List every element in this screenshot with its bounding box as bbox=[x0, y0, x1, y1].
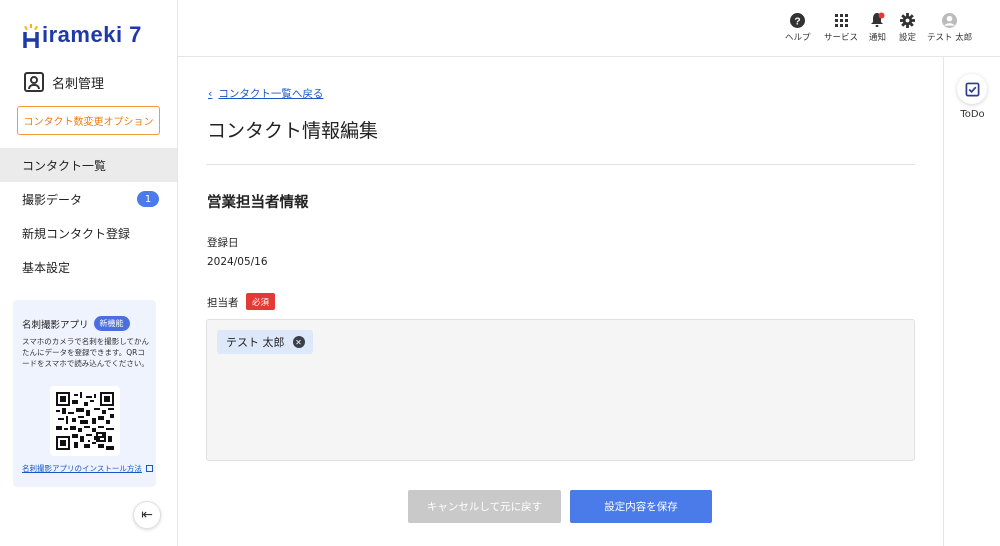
registered-date-value: 2024/05/16 bbox=[207, 256, 268, 268]
sidebar-nav: コンタクト一覧 撮影データ 1 新規コンタクト登録 基本設定 bbox=[0, 148, 177, 284]
business-card-icon bbox=[24, 72, 44, 92]
app-install-link[interactable]: 名刺撮影アプリのインストール方法 bbox=[22, 463, 153, 474]
logo-text: irameki 7 bbox=[42, 22, 142, 47]
collapse-sidebar-button[interactable]: ⇤ bbox=[133, 501, 161, 529]
collapse-left-icon: ⇤ bbox=[141, 507, 153, 523]
sidebar-item-new-contact[interactable]: 新規コンタクト登録 bbox=[0, 216, 177, 250]
sidebar-item-contact-list[interactable]: コンタクト一覧 bbox=[0, 148, 177, 182]
sidebar: irameki 7 名刺管理 コンタクト数変更オプション コンタクト一覧 撮影デ… bbox=[0, 0, 178, 546]
app-card-title-text: 名刺撮影アプリ bbox=[22, 319, 89, 331]
back-link-text[interactable]: コンタクト一覧へ戻る bbox=[218, 86, 323, 101]
remove-chip-icon[interactable]: ✕ bbox=[292, 336, 305, 348]
sidebar-item-scan-data[interactable]: 撮影データ 1 bbox=[0, 182, 177, 216]
registered-date-label: 登録日 bbox=[207, 237, 239, 249]
user-icon bbox=[942, 12, 958, 28]
assignee-chip[interactable]: テスト 太郎 ✕ bbox=[217, 330, 313, 354]
chevron-left-icon: ‹ bbox=[208, 87, 213, 100]
app-install-link-text[interactable]: 名刺撮影アプリのインストール方法 bbox=[22, 463, 142, 474]
top-header: ? ヘルプ サービス 通知 設定 テスト 太郎 bbox=[178, 0, 1000, 57]
help-icon: ? bbox=[790, 12, 806, 28]
todo-label: ToDo bbox=[960, 109, 985, 120]
count-badge: 1 bbox=[137, 191, 159, 207]
right-rail: ToDo bbox=[943, 57, 1000, 546]
save-button[interactable]: 設定内容を保存 bbox=[570, 490, 712, 523]
app-card-description: スマホのカメラで名刺を撮影してかんたんにデータを登録できます。QRコードをスマホ… bbox=[22, 337, 150, 368]
module-label: 名刺管理 bbox=[52, 76, 105, 92]
back-to-contact-list-link[interactable]: ‹ コンタクト一覧へ戻る bbox=[208, 86, 323, 101]
help-button[interactable]: ? ヘルプ bbox=[785, 12, 811, 43]
sidebar-item-label: 基本設定 bbox=[22, 260, 71, 275]
grid-icon bbox=[833, 12, 849, 28]
assignee-field[interactable]: テスト 太郎 ✕ bbox=[206, 319, 915, 461]
new-feature-badge: 新機能 bbox=[93, 316, 130, 331]
contact-count-option-button[interactable]: コンタクト数変更オプション bbox=[17, 106, 160, 135]
app-logo[interactable]: irameki 7 bbox=[22, 22, 142, 48]
assignee-chip-label: テスト 太郎 bbox=[226, 336, 285, 349]
notifications-button[interactable]: 通知 bbox=[869, 12, 886, 43]
required-badge: 必須 bbox=[246, 293, 275, 310]
cancel-button[interactable]: キャンセルして元に戻す bbox=[408, 490, 561, 523]
notifications-label: 通知 bbox=[869, 33, 887, 43]
settings-button[interactable]: 設定 bbox=[899, 12, 916, 43]
sidebar-item-label: コンタクト一覧 bbox=[22, 158, 107, 173]
gear-icon bbox=[900, 12, 916, 28]
section-title: 営業担当者情報 bbox=[207, 195, 309, 211]
user-menu-button[interactable]: テスト 太郎 bbox=[927, 12, 972, 43]
qr-code bbox=[50, 386, 120, 456]
services-label: サービス bbox=[824, 33, 859, 43]
page-title: コンタクト情報編集 bbox=[207, 120, 379, 142]
bell-icon bbox=[870, 12, 886, 28]
sidebar-item-label: 撮影データ bbox=[22, 192, 83, 207]
external-link-icon bbox=[145, 465, 153, 472]
sidebar-item-label: 新規コンタクト登録 bbox=[22, 226, 131, 241]
logo-mark-icon bbox=[22, 24, 40, 48]
app-promo-card: 名刺撮影アプリ 新機能 スマホのカメラで名刺を撮影してかんたんにデータを登録でき… bbox=[13, 300, 156, 487]
assignee-label: 担当者 bbox=[207, 297, 239, 309]
user-name-label: テスト 太郎 bbox=[927, 33, 973, 43]
svg-text:?: ? bbox=[795, 16, 801, 27]
checkbox-icon bbox=[965, 82, 979, 96]
app-card-title: 名刺撮影アプリ 新機能 bbox=[22, 316, 130, 331]
todo-button[interactable] bbox=[957, 74, 987, 104]
help-label: ヘルプ bbox=[785, 33, 811, 43]
module-header: 名刺管理 bbox=[24, 72, 104, 92]
settings-label: 設定 bbox=[899, 33, 917, 43]
sidebar-item-basic-settings[interactable]: 基本設定 bbox=[0, 250, 177, 284]
divider bbox=[206, 164, 915, 165]
services-button[interactable]: サービス bbox=[824, 12, 858, 43]
